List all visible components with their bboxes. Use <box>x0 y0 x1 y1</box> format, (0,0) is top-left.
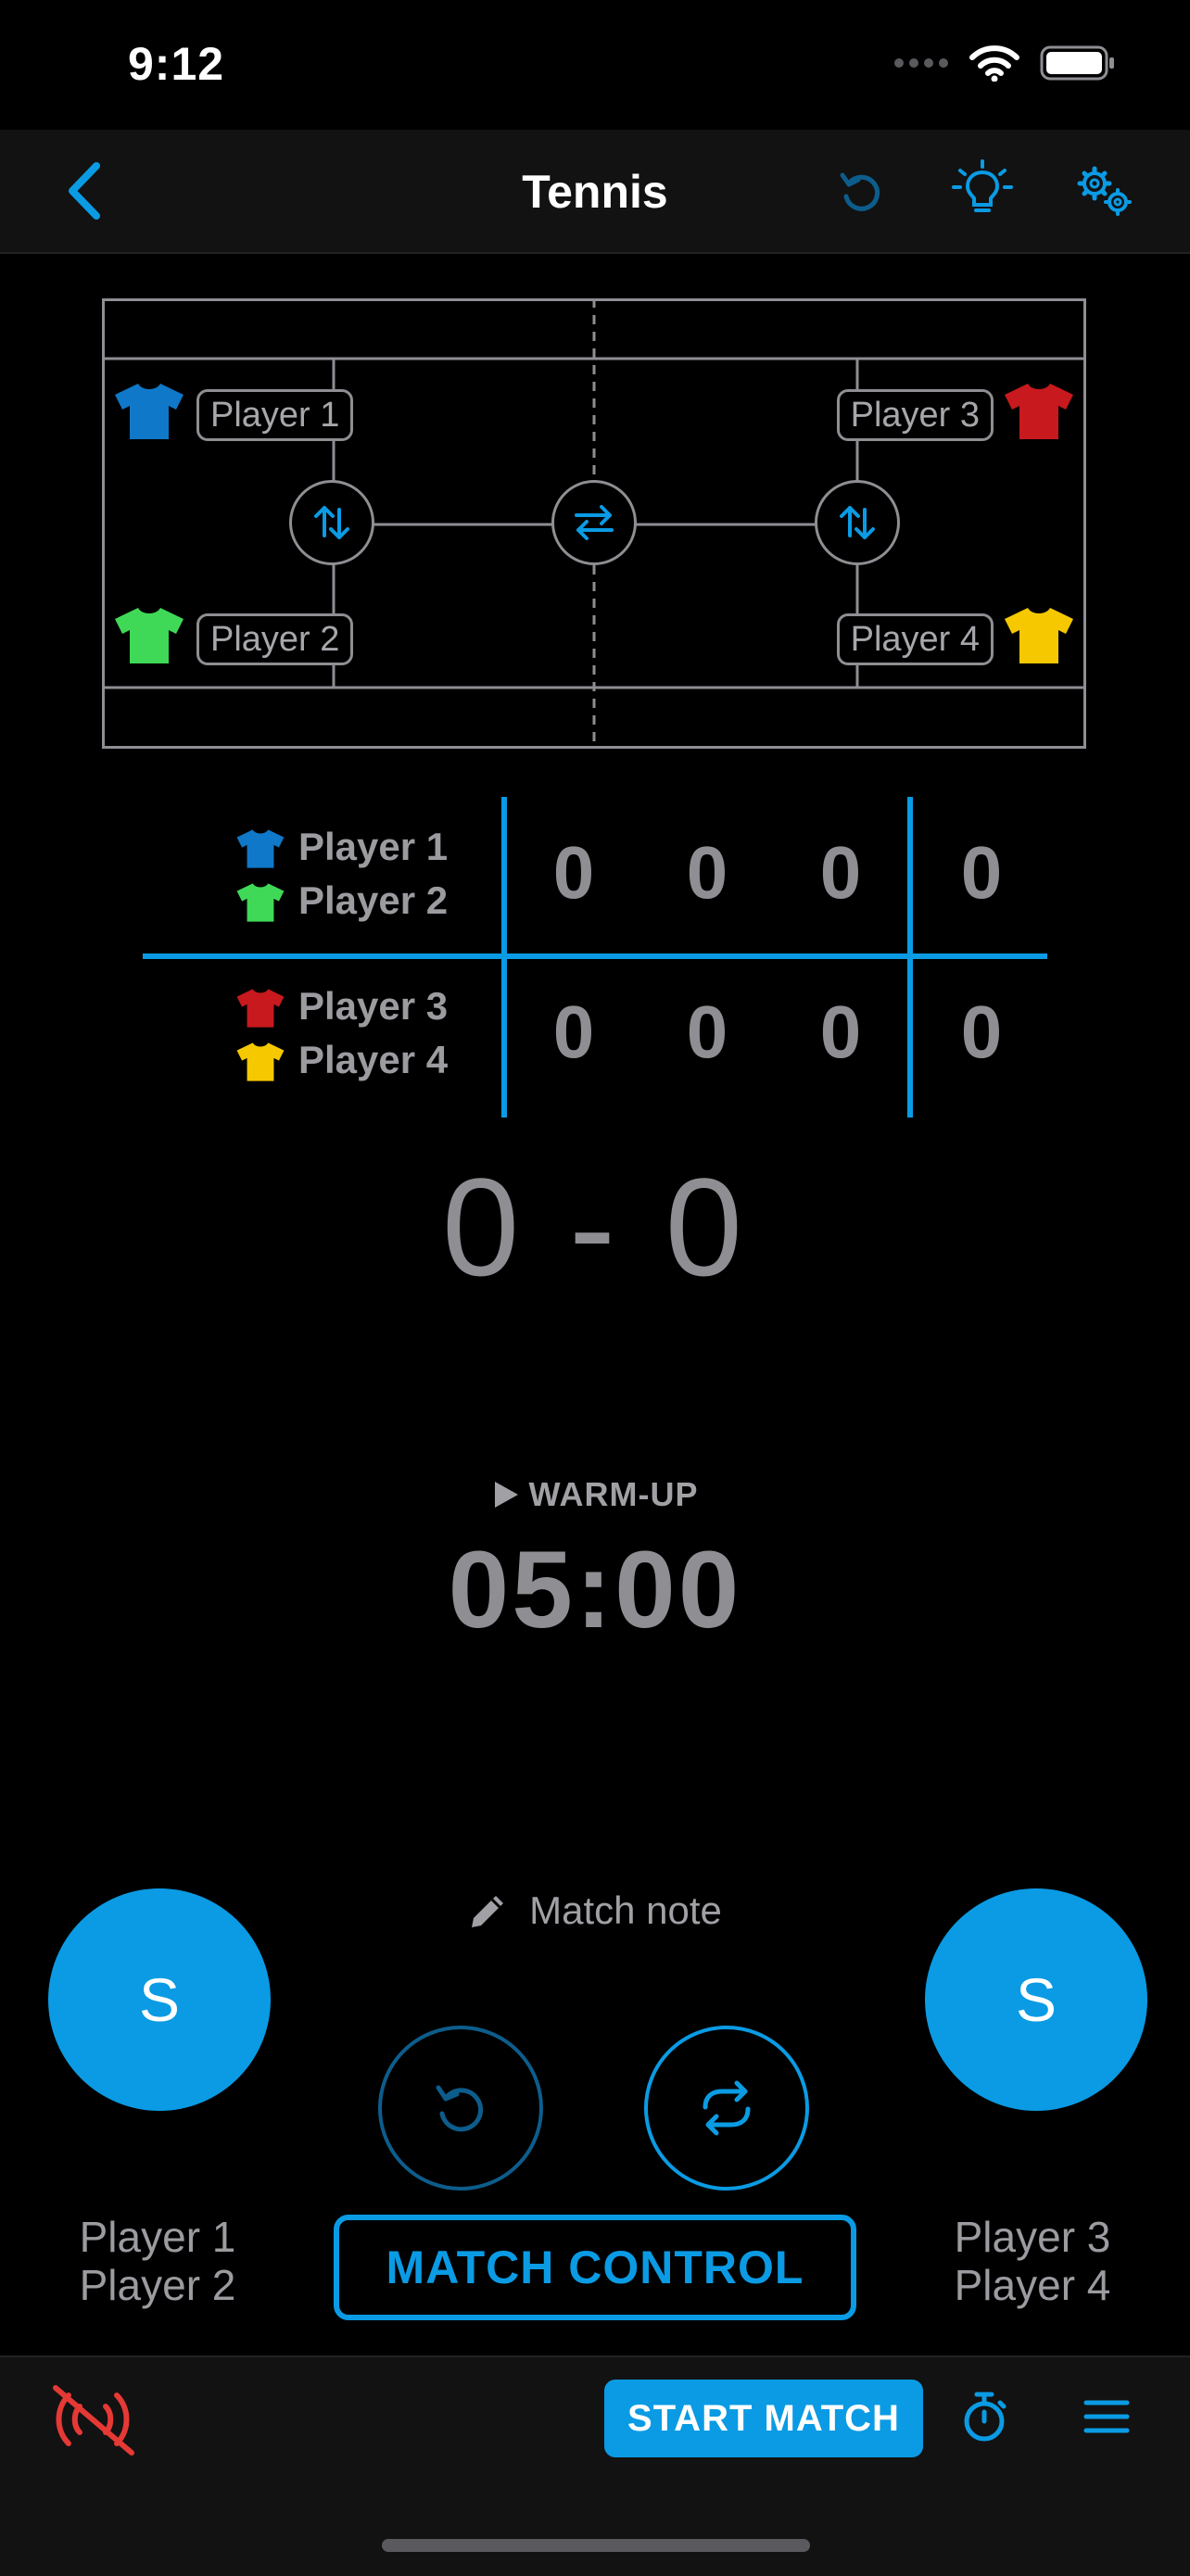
start-match-button[interactable]: START MATCH <box>604 2380 923 2457</box>
score-team-a-player-1: Player 1 <box>298 825 449 868</box>
player-2-shirt-icon <box>115 608 184 663</box>
score-player-2-shirt-icon <box>236 883 285 922</box>
undo-point-button[interactable] <box>378 2026 543 2191</box>
play-icon <box>494 1482 518 1508</box>
broadcast-toggle-button[interactable] <box>46 2378 139 2461</box>
court-player-4-tag[interactable]: Player 4 <box>836 613 994 665</box>
score-player-1-shirt-icon <box>236 829 285 868</box>
swap-horizontal-icon <box>575 505 614 540</box>
score-team-b-player-4: Player 4 <box>298 1038 449 1081</box>
timer-display[interactable]: 05:00 <box>0 1527 1190 1653</box>
court-player-1-tag[interactable]: Player 1 <box>196 389 354 441</box>
player-3-shirt-icon <box>1005 384 1073 439</box>
tips-button[interactable] <box>949 156 1016 222</box>
serve-left-button[interactable]: S <box>48 1888 271 2111</box>
home-indicator <box>382 2539 810 2552</box>
court-player-3-tag[interactable]: Player 3 <box>836 389 994 441</box>
score-player-4-shirt-icon <box>236 1042 285 1081</box>
right-team-label: Player 3 Player 4 <box>912 2213 1153 2309</box>
battery-icon <box>1040 45 1114 81</box>
player-4-shirt-icon <box>1005 608 1073 663</box>
switch-serve-button[interactable] <box>644 2026 809 2191</box>
wifi-icon <box>969 45 1019 82</box>
undo-icon <box>840 172 880 211</box>
left-team-line-2: Player 2 <box>79 2261 236 2309</box>
score-team-b-player-3: Player 3 <box>298 984 449 1028</box>
team-b-score-3: 0 <box>819 991 862 1073</box>
status-time: 9:12 <box>128 38 225 90</box>
serve-right-button[interactable]: S <box>925 1888 1147 2111</box>
team-a-score-3: 0 <box>819 831 862 914</box>
court-player-2-tag[interactable]: Player 2 <box>196 613 354 665</box>
right-team-line-1: Player 3 <box>954 2213 1111 2261</box>
timer-label-text: WARM-UP <box>528 1475 699 1513</box>
match-score: 0 - 0 <box>441 1149 749 1305</box>
team-a-score-2: 0 <box>686 831 728 914</box>
scoreboard: Player 1 Player 2 0 0 0 0 Player 3 Playe… <box>139 797 1057 1118</box>
gears-icon <box>1077 166 1132 216</box>
swap-vertical-icon <box>840 506 875 539</box>
swap-right-players-button[interactable] <box>815 480 900 565</box>
team-a-score-total: 0 <box>960 831 1003 914</box>
left-team-line-1: Player 1 <box>79 2213 236 2261</box>
signal-icon <box>894 58 948 68</box>
stopwatch-button[interactable] <box>955 2381 1014 2452</box>
swap-sides-button[interactable] <box>551 480 637 565</box>
right-team-line-2: Player 4 <box>954 2261 1111 2309</box>
score-player-3-shirt-icon <box>236 989 285 1028</box>
swap-left-players-button[interactable] <box>289 480 374 565</box>
team-b-score-1: 0 <box>552 991 595 1073</box>
team-a-score-1: 0 <box>552 831 595 914</box>
pencil-icon <box>472 1896 504 1927</box>
team-b-score-total: 0 <box>960 991 1003 1073</box>
score-team-a-player-2: Player 2 <box>298 878 449 922</box>
undo-button[interactable] <box>829 159 893 224</box>
menu-icon <box>1083 2400 1130 2433</box>
match-note-label: Match note <box>529 1888 722 1932</box>
settings-button[interactable] <box>1071 158 1138 224</box>
swap-vertical-icon <box>314 506 349 539</box>
repeat-icon <box>703 2080 751 2136</box>
match-control-button[interactable]: MATCH CONTROL <box>334 2215 856 2320</box>
player-1-shirt-icon <box>115 384 184 439</box>
court-diagram: Player 1 Player 2 Player 3 Player 4 <box>102 298 1086 749</box>
status-icons <box>893 44 1116 82</box>
timer-label[interactable]: WARM-UP <box>0 1475 1190 1514</box>
menu-button[interactable] <box>1075 2385 1138 2448</box>
left-team-label: Player 1 Player 2 <box>37 2213 278 2309</box>
lightbulb-icon <box>952 159 1013 212</box>
broadcast-off-icon <box>53 2385 134 2456</box>
team-b-score-2: 0 <box>686 991 728 1073</box>
stopwatch-icon <box>964 2392 1006 2442</box>
undo-icon <box>436 2085 484 2132</box>
